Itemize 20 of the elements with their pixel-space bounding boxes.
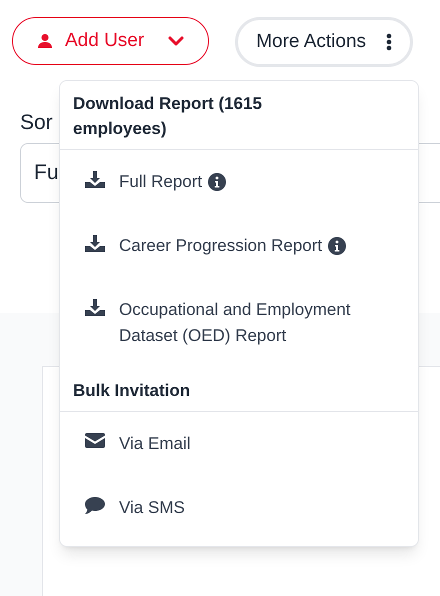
user-icon [37,33,53,49]
chat-bubble-icon [85,497,105,515]
add-user-button[interactable]: Add User [12,17,210,65]
info-icon[interactable] [328,237,346,255]
menu-item[interactable]: Occupational and Employment Dataset (OED) Report [60,278,400,368]
menu-item[interactable]: Via Email [60,412,400,476]
sort-label: Sor [20,111,53,134]
menu-section-heading: Bulk Invitation [73,380,192,402]
menu-item[interactable]: Career Progression Report [60,214,400,278]
download-icon [85,235,105,253]
vertical-dots-icon [386,33,392,51]
more-actions-button[interactable]: More Actions [235,17,414,67]
menu-section-heading: Download Report (1615 employees) [73,93,263,140]
menu-item[interactable]: Full Report [60,150,400,214]
info-icon[interactable] [208,173,226,191]
envelope-icon [85,433,105,448]
menu-item[interactable]: Via SMS [60,476,400,540]
download-icon [85,299,105,317]
caret-icon [168,35,184,47]
download-icon [85,171,105,189]
